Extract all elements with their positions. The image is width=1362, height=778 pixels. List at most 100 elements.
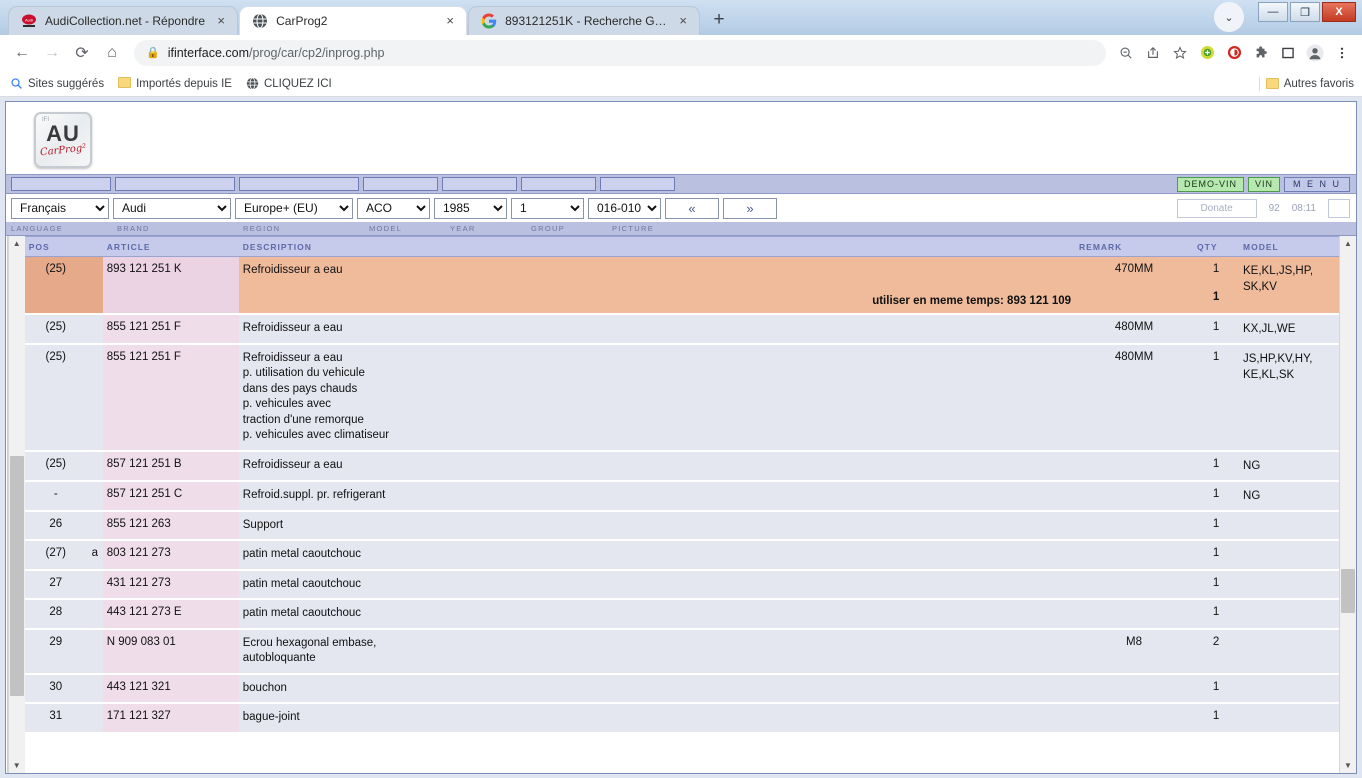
browser-tab-2[interactable]: 893121251K - Recherche Google× xyxy=(468,6,700,35)
minimize-button[interactable]: — xyxy=(1258,2,1288,22)
select-brand[interactable]: AudiVWSeatSkoda xyxy=(113,198,231,219)
table-scroll-track[interactable] xyxy=(1340,251,1356,758)
table-scroll-thumb[interactable] xyxy=(1341,569,1355,613)
table-row[interactable]: 30443 121 321bouchon1 xyxy=(25,674,1339,704)
forward-icon[interactable]: → xyxy=(38,39,66,67)
select-language[interactable]: FrançaisEnglishDeutschEspañol xyxy=(11,198,109,219)
address-bar[interactable]: 🔒 ifinterface.com/prog/car/cp2/inprog.ph… xyxy=(134,40,1106,66)
vin-button[interactable]: VIN xyxy=(1248,177,1280,192)
table-row[interactable]: (25)855 121 251 FRefroidisseur a eau480M… xyxy=(25,314,1339,344)
cell-model: NG xyxy=(1239,481,1339,511)
col-header-qty[interactable]: QTY xyxy=(1193,237,1239,257)
select-region[interactable]: Europe+ (EU)USACanadaJapan xyxy=(235,198,353,219)
bookmark-item-0[interactable]: Sites suggérés xyxy=(10,77,104,90)
demo-vin-button[interactable]: DEMO-VIN xyxy=(1177,177,1244,192)
cell-sub: a xyxy=(87,540,103,570)
table-scrollbar[interactable]: ▲ ▼ xyxy=(1339,236,1356,773)
menu-button[interactable]: M E N U xyxy=(1284,177,1350,192)
diagram-scroll-down-icon[interactable]: ▼ xyxy=(9,758,25,773)
back-icon[interactable]: ← xyxy=(8,39,36,67)
tab-title: AudiCollection.net - Répondre xyxy=(45,14,205,28)
strip-box-brand[interactable] xyxy=(115,177,235,191)
app-logo-zone: IFI AU CarProg² xyxy=(6,102,1356,174)
table-row[interactable]: (25)855 121 251 FRefroidisseur a eaup. u… xyxy=(25,344,1339,451)
diagram-scroll-thumb[interactable] xyxy=(10,456,24,696)
strip-box-picture[interactable] xyxy=(600,177,675,191)
desc-line: patin metal caoutchouc xyxy=(243,577,1071,593)
strip-box-model[interactable] xyxy=(363,177,438,191)
table-row[interactable]: 27431 121 273patin metal caoutchouc1 xyxy=(25,570,1339,600)
cell-article: 803 121 273 xyxy=(103,540,239,570)
three-dot-menu-icon[interactable] xyxy=(1330,41,1354,65)
select-group[interactable]: 1234 xyxy=(511,198,584,219)
tab-close-icon[interactable]: × xyxy=(213,13,229,29)
strip-box-year[interactable] xyxy=(442,177,517,191)
model-line: NG xyxy=(1243,488,1335,504)
bookmark-star-icon[interactable] xyxy=(1168,41,1192,65)
audi-logo-icon: Audi xyxy=(21,13,37,29)
select-model[interactable]: ACOACAACB xyxy=(357,198,430,219)
browser-tab-0[interactable]: Audi AudiCollection.net - Répondre × xyxy=(8,6,238,35)
bookmark-other-favorites[interactable]: Autres favoris xyxy=(1266,78,1354,90)
status-box[interactable] xyxy=(1328,199,1350,218)
col-header-model[interactable]: MODEL xyxy=(1239,237,1339,257)
col-header-description[interactable]: DESCRIPTION xyxy=(239,237,1075,257)
prev-picture-button[interactable]: « xyxy=(665,198,719,219)
strip-box-group[interactable] xyxy=(521,177,596,191)
puzzle-extensions-icon[interactable] xyxy=(1249,41,1273,65)
cell-description: Support xyxy=(239,511,1075,541)
label-group: GROUP xyxy=(531,224,608,233)
adblock-icon[interactable] xyxy=(1222,41,1246,65)
strip-box-language[interactable] xyxy=(11,177,111,191)
donate-button[interactable]: Donate xyxy=(1177,199,1257,218)
bookmark-item-2[interactable]: CLIQUEZ ICI xyxy=(246,77,332,90)
table-scroll-down-icon[interactable]: ▼ xyxy=(1340,758,1356,773)
table-row[interactable]: 29N 909 083 01Ecrou hexagonal embase,aut… xyxy=(25,629,1339,674)
sidepanel-icon[interactable] xyxy=(1276,41,1300,65)
tab-search-chevron-icon[interactable]: ⌄ xyxy=(1214,2,1244,32)
home-icon[interactable]: ⌂ xyxy=(98,39,126,67)
table-row[interactable]: -857 121 251 CRefroid.suppl. pr. refrige… xyxy=(25,481,1339,511)
bookmark-item-1[interactable]: Importés depuis IE xyxy=(118,77,232,90)
table-row[interactable]: 26855 121 263Support1 xyxy=(25,511,1339,541)
share-icon[interactable] xyxy=(1141,41,1165,65)
cell-description: Refroidisseur a eaup. utilisation du veh… xyxy=(239,344,1075,451)
desc-line: traction d'une remorque xyxy=(243,413,1071,429)
cell-remark xyxy=(1075,703,1193,733)
close-button[interactable]: X xyxy=(1322,2,1356,22)
table-row[interactable]: 31171 121 327bague-joint1 xyxy=(25,703,1339,733)
cell-sub xyxy=(87,344,103,451)
new-tab-button[interactable]: + xyxy=(705,6,733,34)
table-row[interactable]: 28443 121 273 Epatin metal caoutchouc1 xyxy=(25,599,1339,629)
table-scroll-up-icon[interactable]: ▲ xyxy=(1340,236,1356,251)
label-model: MODEL xyxy=(369,224,446,233)
col-header-remark[interactable]: REMARK xyxy=(1075,237,1193,257)
carprog-logo[interactable]: IFI AU CarProg² xyxy=(34,112,92,168)
desc-line: Ecrou hexagonal embase, xyxy=(243,636,1071,652)
table-row[interactable]: (25)893 121 251 KRefroidisseur a eauutil… xyxy=(25,257,1339,314)
select-year[interactable]: 1985198619871988 xyxy=(434,198,507,219)
cell-qty: 1 xyxy=(1193,540,1239,570)
diagram-scrollbar[interactable]: ▲ ▼ xyxy=(8,236,25,773)
col-header-article[interactable]: ARTICLE xyxy=(103,237,239,257)
zoom-out-icon[interactable] xyxy=(1114,41,1138,65)
browser-tab-1[interactable]: CarProg2× xyxy=(239,6,467,35)
table-row[interactable]: (25)857 121 251 BRefroidisseur a eau1NG xyxy=(25,451,1339,481)
col-header-pos[interactable]: POS xyxy=(25,237,87,257)
cell-model xyxy=(1239,511,1339,541)
extension-green-icon[interactable] xyxy=(1195,41,1219,65)
maximize-button[interactable]: ❐ xyxy=(1290,2,1320,22)
strip-box-region[interactable] xyxy=(239,177,359,191)
tab-close-icon[interactable]: × xyxy=(675,13,691,29)
desc-line: Refroidisseur a eau xyxy=(243,263,1071,279)
reload-icon[interactable]: ⟳ xyxy=(68,39,96,67)
tab-close-icon[interactable]: × xyxy=(442,13,458,29)
diagram-scroll-up-icon[interactable]: ▲ xyxy=(9,236,25,251)
diagram-scroll-track[interactable] xyxy=(9,251,25,758)
next-picture-button[interactable]: » xyxy=(723,198,777,219)
select-picture[interactable]: 016-010016-020016-030 xyxy=(588,198,661,219)
cell-model xyxy=(1239,703,1339,733)
cell-pos: 27 xyxy=(25,570,87,600)
table-row[interactable]: (27)a803 121 273patin metal caoutchouc1 xyxy=(25,540,1339,570)
profile-avatar-icon[interactable] xyxy=(1303,41,1327,65)
